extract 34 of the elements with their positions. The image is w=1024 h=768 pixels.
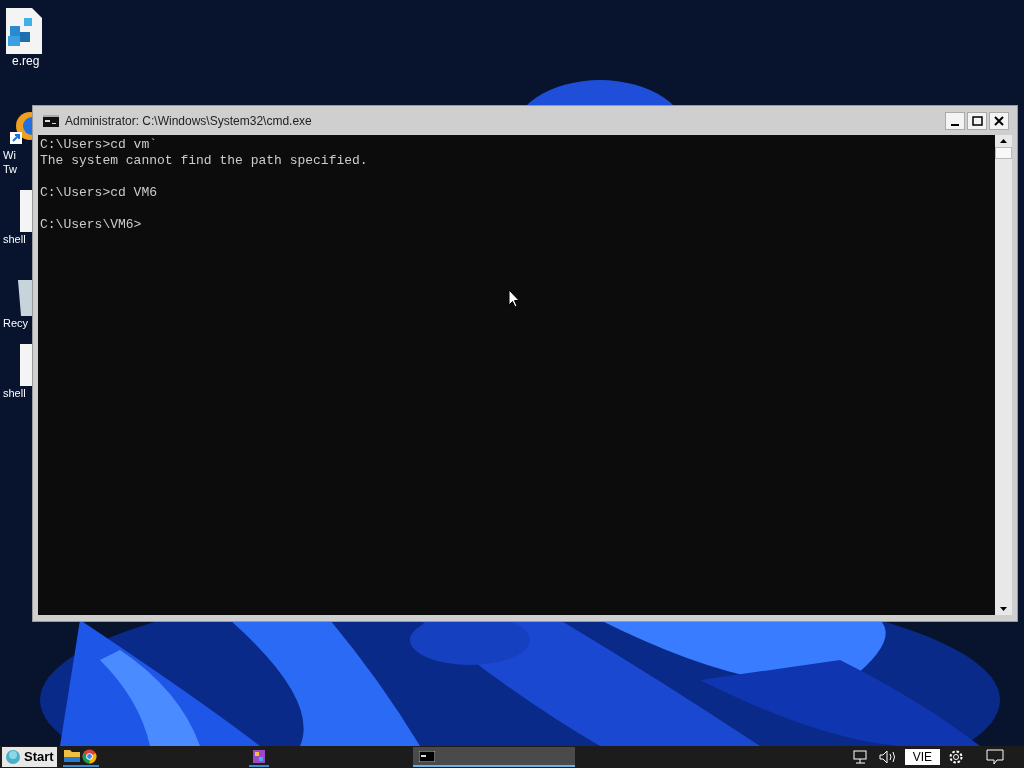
close-button[interactable]: [989, 111, 1009, 130]
icon-label: Recy: [3, 316, 29, 330]
mouse-pointer-icon: [508, 289, 520, 308]
console-icon: [418, 750, 435, 762]
notification-icon[interactable]: [986, 749, 1004, 765]
maximize-button[interactable]: [967, 111, 987, 130]
console-icon: [43, 114, 59, 127]
icon-label: Tw: [3, 162, 18, 176]
settings-icon[interactable]: [948, 749, 964, 765]
minimize-button[interactable]: [945, 111, 965, 130]
window-title: Administrator: C:\Windows\System32\cmd.exe: [65, 112, 312, 130]
volume-icon[interactable]: [878, 750, 897, 764]
console-line: C:\Users>cd VM6: [40, 185, 159, 201]
console-line: C:\Users>cd vm`: [40, 137, 159, 153]
icon-label: e.reg: [12, 54, 40, 68]
maximize-icon: [971, 115, 983, 126]
icon-label: Wi: [3, 148, 16, 162]
start-button[interactable]: Start: [2, 747, 57, 767]
taskbar-button[interactable]: [80, 747, 99, 767]
taskbar-button[interactable]: [248, 747, 269, 767]
language-indicator[interactable]: VIE: [904, 749, 940, 765]
console-line: C:\Users\VM6>: [40, 217, 143, 233]
scroll-thumb[interactable]: [995, 147, 1012, 159]
folder-icon: [63, 749, 80, 763]
minimize-icon: [951, 123, 959, 126]
close-icon: [994, 115, 1004, 126]
browser-icon: [82, 748, 98, 764]
taskbar-button[interactable]: [412, 747, 575, 767]
icon-label: shell: [3, 232, 26, 246]
taskbar-button[interactable]: [62, 747, 81, 767]
console-line: The system cannot find the path specified.: [40, 153, 369, 169]
app-icon: [251, 748, 266, 764]
start-orb-icon: [5, 749, 21, 765]
icon-label: shell: [3, 386, 26, 400]
